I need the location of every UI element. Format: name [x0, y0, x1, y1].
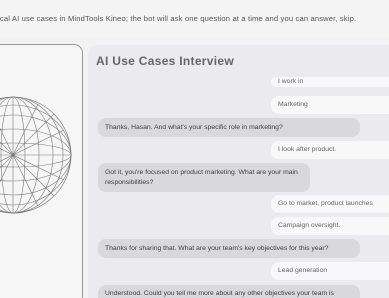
avatar-panel: [0, 44, 83, 298]
bot-message: Thanks, Hasan. And what's your specific …: [98, 118, 360, 137]
user-message: Campaign oversight.: [271, 217, 389, 235]
user-message: I look after product.: [271, 141, 389, 159]
chat-panel: AI Use Cases Interview I work in Marketi…: [88, 45, 389, 298]
user-message: I work in: [271, 77, 389, 87]
bot-message: Understood. Could you tell me more about…: [98, 285, 360, 298]
instructions-text: fy practical AI use cases in MindTools K…: [0, 14, 357, 23]
chat-title: AI Use Cases Interview: [96, 54, 234, 68]
user-message: Lead generation: [271, 262, 389, 280]
user-message: Go to market, product launches: [271, 195, 389, 213]
bot-message: Thanks for sharing that. What are your t…: [98, 239, 360, 258]
wireframe-globe-icon: [0, 96, 72, 214]
user-message: Marketing: [271, 96, 389, 114]
instructions-banner: fy practical AI use cases in MindTools K…: [0, 0, 389, 38]
bot-message: Got it, you're focused on product market…: [98, 163, 310, 192]
